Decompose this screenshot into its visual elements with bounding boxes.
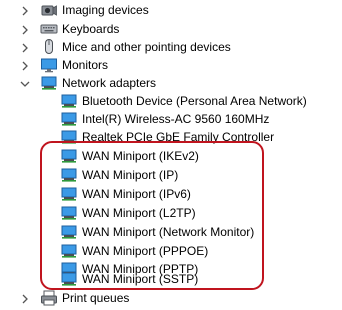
chevron-right-icon[interactable] <box>20 5 30 16</box>
printer-icon <box>40 289 58 307</box>
tree-item-label: Monitors <box>62 58 109 72</box>
tree-item-label: Mice and other pointing devices <box>62 40 231 54</box>
network-adapter-icon <box>60 270 78 288</box>
tree-item-label: Intel(R) Wireless-AC 9560 160MHz <box>82 112 270 126</box>
network-adapter-icon <box>60 128 78 146</box>
chevron-right-icon[interactable] <box>20 42 30 53</box>
network-adapter-icon <box>60 185 78 203</box>
camera-icon <box>40 1 58 19</box>
network-adapter-icon <box>60 204 78 222</box>
tree-item-label: WAN Miniport (IP) <box>82 168 179 182</box>
tree-item-label: WAN Miniport (IKEv2) <box>82 149 199 163</box>
chevron-right-icon[interactable] <box>20 293 30 304</box>
network-adapter-icon <box>60 147 78 165</box>
tree-item-label: Imaging devices <box>62 3 149 17</box>
tree-item-label: WAN Miniport (IPv6) <box>82 187 191 201</box>
tree-item-label: WAN Miniport (SSTP) <box>82 272 199 286</box>
tree-item-label: WAN Miniport (Network Monitor) <box>82 225 255 239</box>
tree-item-label: WAN Miniport (PPPOE) <box>82 244 209 258</box>
chevron-down-icon[interactable] <box>20 78 30 88</box>
tree-item-label: Bluetooth Device (Personal Area Network) <box>82 94 307 108</box>
tree-item-label: WAN Miniport (L2TP) <box>82 206 196 220</box>
device-tree: Imaging devices Keyboards Mice and other… <box>0 0 342 308</box>
tree-item-label: Keyboards <box>62 22 120 36</box>
tree-item-print-queues[interactable]: Print queues <box>0 287 200 309</box>
chevron-right-icon[interactable] <box>20 60 30 71</box>
chevron-right-icon[interactable] <box>20 24 30 35</box>
tree-item-label: Print queues <box>62 291 130 305</box>
tree-item-label: Network adapters <box>62 76 157 90</box>
network-adapter-icon <box>60 223 78 241</box>
network-adapter-icon <box>60 166 78 184</box>
tree-item-label: Realtek PCIe GbE Family Controller <box>82 130 275 144</box>
